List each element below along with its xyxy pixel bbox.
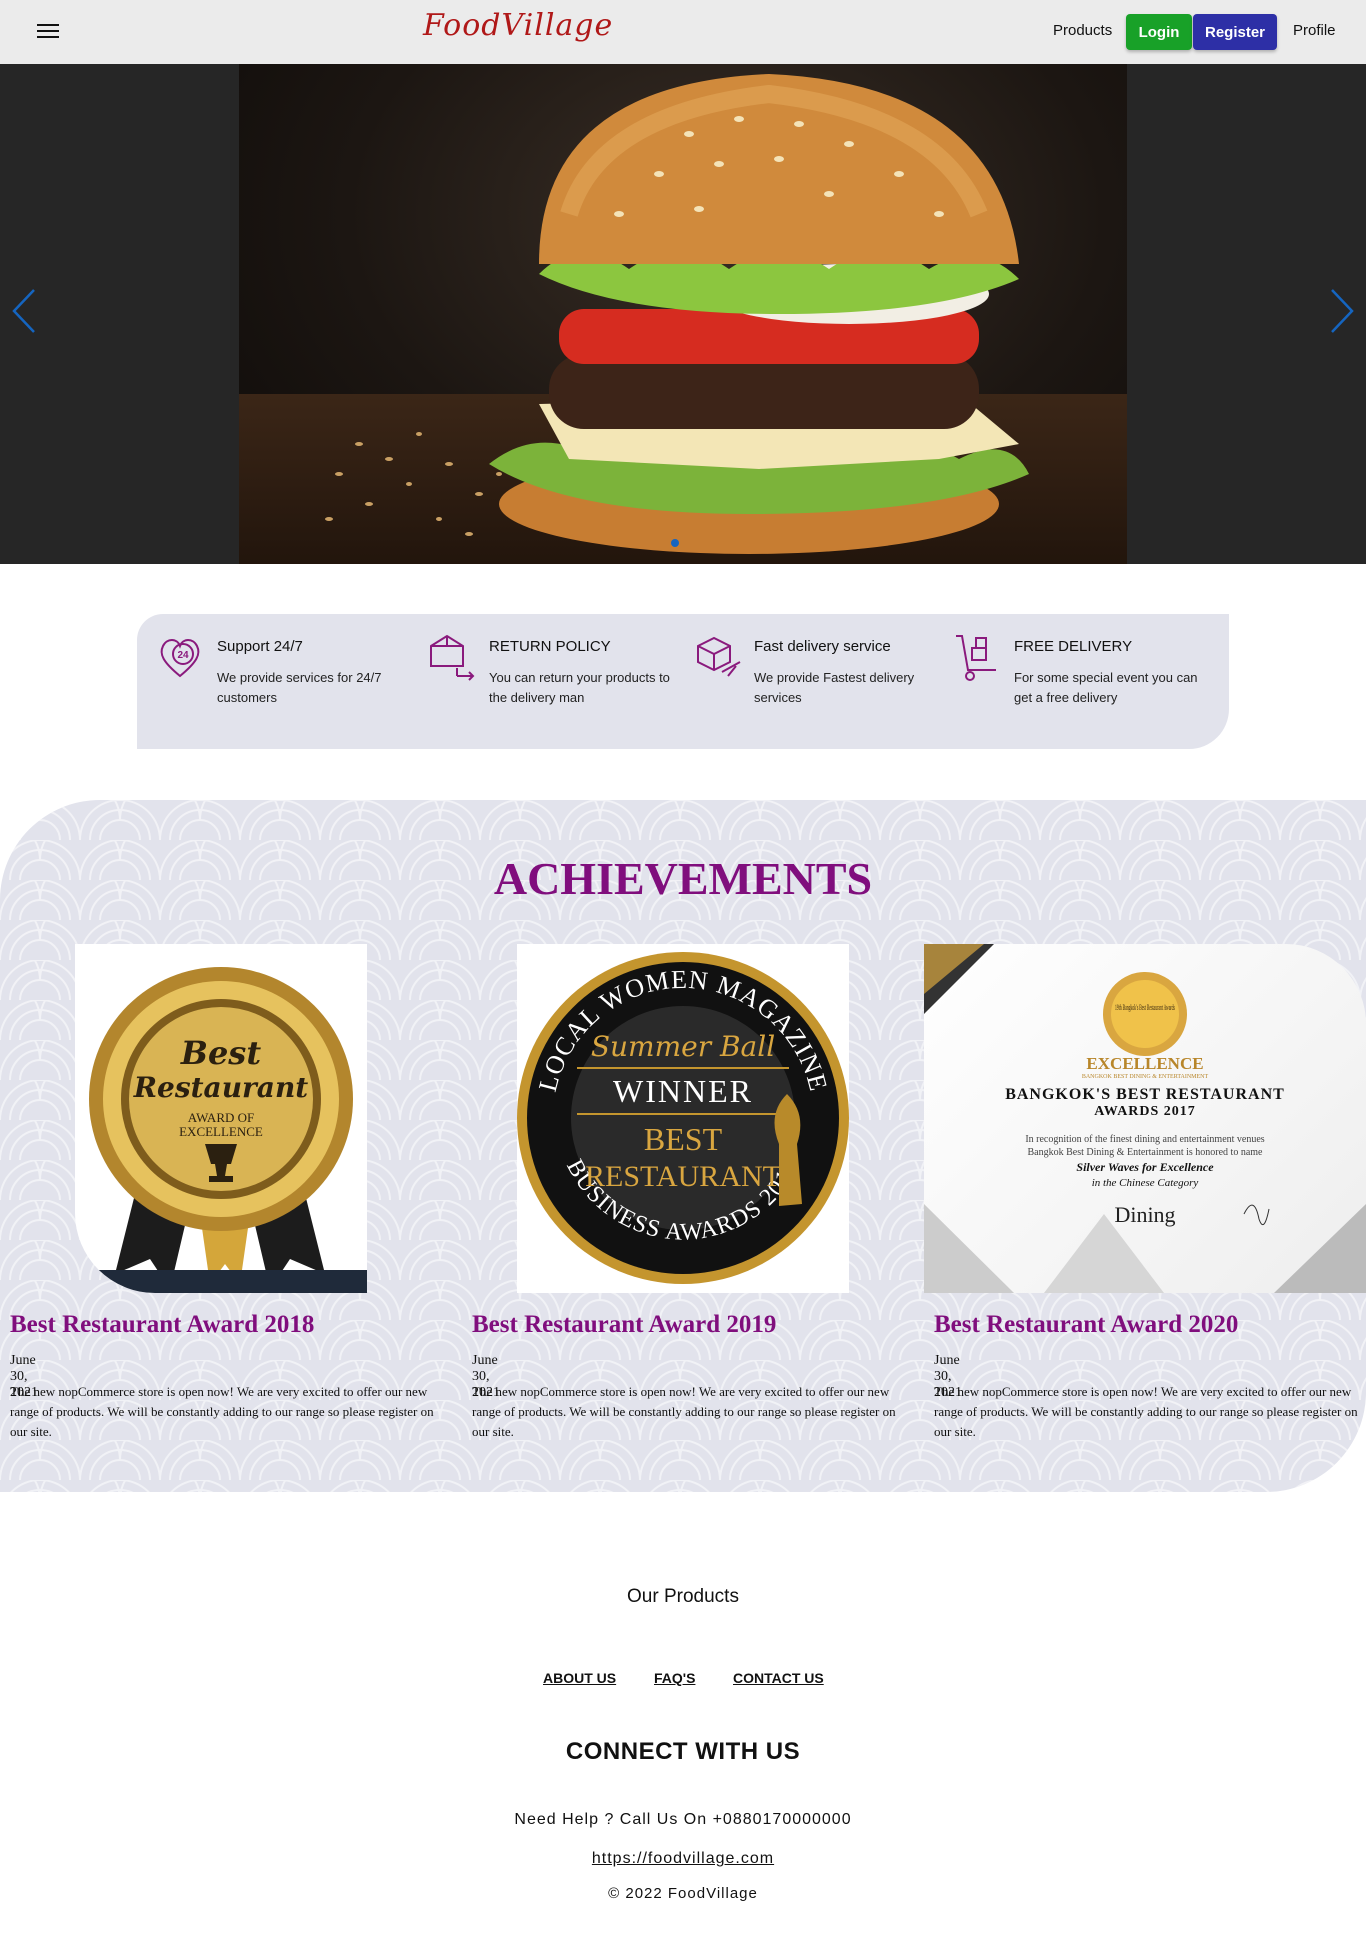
achievement-text: The new nopCommerce store is open now! W…: [472, 1384, 896, 1439]
certificate-text: Dining: [1114, 1202, 1175, 1227]
certificate-text: BANGKOK BEST DINING & ENTERTAINMENT: [1082, 1074, 1209, 1080]
achievements-section: ACHIEVEMENTS Best Restaurant AWARD OF EX…: [0, 800, 1366, 1492]
certificate-text: in the Chinese Category: [1092, 1177, 1199, 1189]
achievements-heading: ACHIEVEMENTS: [493, 853, 873, 904]
brand-logo[interactable]: FoodVillage: [423, 8, 613, 43]
certificate-text: In recognition of the finest dining and …: [1025, 1134, 1264, 1145]
badge-text: Summer Ball: [591, 1030, 775, 1063]
feature-text: We provide services for 24/7 customers: [217, 670, 382, 705]
achievement-text: The new nopCommerce store is open now! W…: [934, 1384, 1358, 1439]
achievement-title[interactable]: Best Restaurant Award 2020: [934, 1311, 1238, 1339]
certificate-text: EXCELLENCE: [1086, 1054, 1203, 1073]
feature-text: For some special event you can get a fre…: [1014, 670, 1198, 705]
feature-title: Fast delivery service: [754, 638, 891, 655]
feature-title: Support 24/7: [217, 638, 303, 655]
top-navbar: FoodVillage Products Login Register Prof…: [0, 0, 1366, 64]
certificate-text: BANGKOK'S BEST RESTAURANT: [1005, 1086, 1285, 1103]
achievement-title[interactable]: Best Restaurant Award 2018: [10, 1311, 314, 1339]
badge-text: BEST: [644, 1121, 723, 1157]
award-2020-certificate-image: 19th Bangkok's Best Restaurant Awards EX…: [924, 944, 1366, 1293]
fast-delivery-icon: [692, 632, 742, 687]
certificate-text: AWARDS 2017: [1094, 1104, 1196, 1119]
our-products-heading[interactable]: Our Products: [0, 1586, 1366, 1608]
achievement-text: The new nopCommerce store is open now! W…: [10, 1384, 434, 1439]
register-button[interactable]: Register: [1193, 14, 1277, 50]
feature-text: We provide Fastest delivery services: [754, 670, 915, 705]
hero-carousel: [0, 64, 1366, 564]
return-box-icon: [427, 632, 477, 687]
badge-text: Restaurant: [133, 1071, 309, 1104]
badge-text: EXCELLENCE: [179, 1124, 263, 1139]
burger-slide-image: [239, 64, 1127, 564]
badge-text: AWARD OF: [188, 1110, 255, 1125]
features-strip: 24 Support 24/7 We provide services for …: [137, 614, 1229, 749]
footer-contact-link[interactable]: CONTACT US: [733, 1670, 824, 1686]
nav-profile-link[interactable]: Profile: [1293, 22, 1336, 39]
badge-text: WINNER: [613, 1073, 753, 1109]
support-24-icon: 24: [155, 632, 205, 687]
badge-text: Best: [180, 1034, 261, 1072]
carousel-prev-arrow-icon[interactable]: [12, 288, 36, 339]
carousel-next-arrow-icon[interactable]: [1330, 288, 1354, 339]
website-link[interactable]: https://foodvillage.com: [0, 1850, 1366, 1868]
carousel-indicator-dot[interactable]: [671, 539, 679, 547]
certificate-seal-text: 19th Bangkok's Best Restaurant Awards: [1115, 1003, 1175, 1012]
footer-about-link[interactable]: ABOUT US: [543, 1670, 616, 1686]
award-2018-image: Best Restaurant AWARD OF EXCELLENCE: [75, 944, 367, 1293]
feature-title: FREE DELIVERY: [1014, 638, 1133, 655]
achievement-title[interactable]: Best Restaurant Award 2019: [472, 1311, 776, 1339]
certificate-text: Silver Waves for Excellence: [1076, 1160, 1214, 1174]
award-2019-image: LOCAL WOMEN MAGAZINE BUSINESS AWARDS 201…: [517, 944, 849, 1293]
help-phone-text: Need Help ? Call Us On +0880170000000: [514, 1811, 852, 1828]
nav-products-link[interactable]: Products: [1053, 22, 1112, 39]
hand-truck-icon: [952, 632, 1002, 687]
copyright-text: © 2022 FoodVillage: [608, 1885, 758, 1902]
badge-text: RESTAURANT: [585, 1160, 781, 1193]
feature-title: RETURN POLICY: [489, 638, 611, 655]
feature-text: You can return your products to the deli…: [489, 670, 670, 705]
hamburger-menu-icon[interactable]: [37, 24, 59, 40]
certificate-text: Bangkok Best Dining & Entertainment is h…: [1028, 1147, 1264, 1158]
connect-heading: CONNECT WITH US: [565, 1738, 801, 1765]
footer-faq-link[interactable]: FAQ'S: [654, 1670, 695, 1686]
svg-text:24: 24: [177, 650, 189, 661]
login-button[interactable]: Login: [1126, 14, 1192, 50]
